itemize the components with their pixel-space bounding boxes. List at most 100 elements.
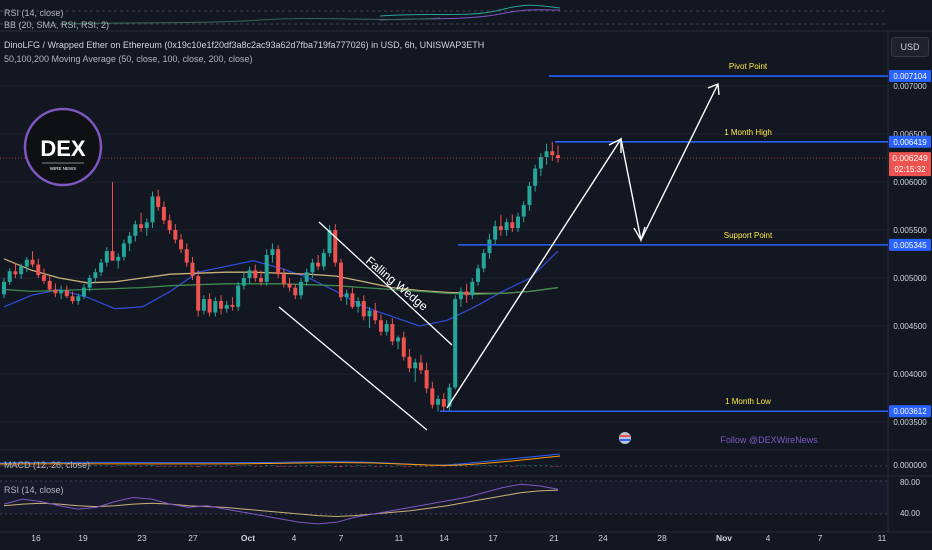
- candle-body: [161, 206, 166, 221]
- candle-body: [464, 291, 469, 296]
- candle-body: [24, 259, 29, 267]
- macd-histogram-bar: [156, 466, 160, 467]
- currency-button[interactable]: USD: [891, 37, 929, 57]
- macd-histogram-bar: [288, 466, 292, 467]
- macd-histogram-bar: [316, 466, 320, 467]
- macd-histogram-bar: [442, 466, 446, 467]
- macd-histogram-bar: [396, 465, 400, 466]
- macd-histogram-bar: [128, 465, 132, 466]
- candle-body: [487, 239, 492, 254]
- macd-histogram-bar: [430, 466, 434, 467]
- countdown-label: 02:15:32: [894, 165, 926, 174]
- candle-body: [93, 272, 98, 278]
- macd-histogram-bar: [550, 466, 554, 467]
- macd-histogram-bar: [105, 465, 109, 466]
- macd-histogram-bar: [93, 465, 97, 466]
- price-tick-label: 0.004000: [893, 370, 927, 379]
- candle-body: [338, 262, 343, 298]
- price-tick-label: 0.007000: [893, 82, 927, 91]
- macd-histogram-bar: [413, 465, 417, 466]
- macd-histogram-bar: [196, 466, 200, 467]
- macd-histogram-bar: [259, 466, 263, 467]
- time-tick-label: 11: [395, 533, 404, 543]
- candle-body: [196, 276, 201, 311]
- macd-histogram-bar: [527, 465, 531, 466]
- macd-histogram-bar: [408, 466, 412, 467]
- macd-histogram-bar: [345, 465, 349, 466]
- macd-histogram-bar: [293, 466, 297, 467]
- candle-body: [436, 398, 441, 405]
- rsi-label: RSI (14, close): [4, 485, 64, 495]
- macd-histogram-bar: [168, 466, 172, 467]
- candle-body: [396, 337, 401, 342]
- candle-body: [213, 301, 218, 313]
- macd-histogram-bar: [465, 466, 469, 467]
- candle-body: [64, 290, 69, 297]
- macd-histogram-bar: [402, 466, 406, 467]
- level-price-label: 0.005345: [893, 241, 927, 250]
- candle-body: [441, 398, 446, 407]
- chart-title: DinoLFG / Wrapped Ether on Ethereum (0x1…: [4, 40, 485, 50]
- candle-body: [413, 362, 418, 369]
- candle-body: [527, 185, 532, 206]
- macd-histogram-bar: [505, 465, 509, 466]
- macd-histogram-bar: [470, 465, 474, 466]
- macd-histogram-bar: [539, 465, 543, 466]
- macd-histogram-bar: [516, 465, 520, 466]
- time-tick-label: 17: [488, 533, 498, 543]
- macd-histogram-bar: [162, 466, 166, 467]
- candle-body: [30, 259, 35, 265]
- candle-body: [236, 285, 241, 307]
- macd-histogram-bar: [145, 465, 149, 466]
- macd-histogram-bar: [322, 465, 326, 466]
- follow-text: Follow @DEXWireNews: [720, 435, 818, 445]
- candle-body: [521, 205, 526, 217]
- candle-body: [556, 155, 560, 158]
- macd-histogram-bar: [373, 466, 377, 467]
- candle-body: [498, 226, 503, 230]
- macd-histogram-bar: [545, 465, 549, 466]
- candle-body: [516, 216, 521, 229]
- candle-body: [418, 362, 423, 371]
- candle-body: [544, 151, 549, 158]
- logo-text: DEX: [40, 136, 86, 161]
- candle-body: [401, 337, 406, 357]
- macd-histogram-bar: [362, 466, 366, 467]
- macd-histogram-bar: [390, 466, 394, 467]
- candle-body: [13, 271, 18, 275]
- candle-body: [81, 287, 86, 297]
- candle-body: [116, 256, 121, 261]
- time-tick-label: 16: [31, 533, 41, 543]
- macd-histogram-bar: [248, 465, 252, 466]
- candle-body: [224, 304, 229, 309]
- candle-body: [367, 310, 372, 317]
- macd-histogram-bar: [328, 465, 332, 466]
- level-label: 1 Month Low: [725, 397, 771, 406]
- macd-histogram-bar: [493, 465, 497, 466]
- flag-icon: [619, 432, 631, 444]
- macd-histogram-bar: [533, 465, 537, 466]
- macd-histogram-bar: [499, 466, 503, 467]
- level-price-label: 0.006419: [893, 138, 927, 147]
- candle-body: [378, 320, 383, 332]
- chart-canvas[interactable]: Pivot Point 1 Month High Support Point 1 Mo…: [0, 0, 932, 550]
- candle-body: [470, 281, 475, 296]
- candle-body: [144, 222, 149, 229]
- candle-body: [253, 270, 258, 278]
- candle-body: [384, 324, 389, 332]
- candle-body: [184, 249, 189, 263]
- level-label: Support Point: [724, 231, 773, 240]
- macd-histogram-bar: [556, 466, 560, 467]
- macd-histogram-bar: [133, 465, 137, 466]
- candle-body: [276, 249, 281, 275]
- candle-body: [304, 272, 309, 282]
- candle-body: [407, 356, 412, 369]
- chart-background: [0, 0, 932, 550]
- price-tick-label: 0.006000: [893, 178, 927, 187]
- candle-body: [538, 157, 543, 169]
- price-tick-label: 0.005500: [893, 226, 927, 235]
- candle-body: [230, 304, 235, 307]
- macd-histogram-bar: [150, 465, 154, 466]
- candle-body: [173, 230, 178, 240]
- macd-histogram-bar: [111, 466, 115, 467]
